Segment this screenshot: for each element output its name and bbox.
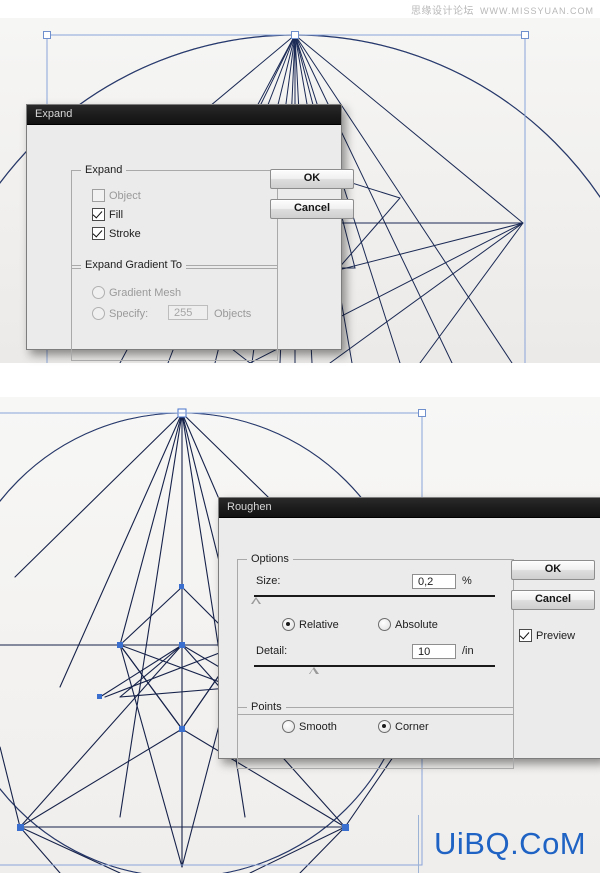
preview-checkbox-row[interactable]: Preview: [519, 629, 575, 642]
fill-checkbox[interactable]: [92, 208, 105, 221]
stroke-checkbox[interactable]: [92, 227, 105, 240]
radio-row-specify[interactable]: Specify: 255 Objects: [92, 305, 267, 320]
stroke-checkbox-label: Stroke: [109, 227, 141, 240]
radio-row-absolute[interactable]: Absolute: [378, 618, 438, 631]
radio-row-gradient-mesh[interactable]: Gradient Mesh: [92, 286, 267, 299]
detail-field-row: Detail: 10 /in: [248, 644, 503, 661]
specify-objects-unit-label: Objects: [214, 308, 252, 320]
corner-radio[interactable]: [378, 720, 391, 733]
expand-dialog[interactable]: Expand Expand Object Fill Stroke Expand …: [26, 104, 354, 361]
smooth-radio[interactable]: [282, 720, 295, 733]
size-unit-label: %: [462, 575, 472, 587]
detail-unit-label: /in: [462, 645, 474, 657]
radio-row-relative[interactable]: Relative: [282, 618, 339, 631]
relative-radio[interactable]: [282, 618, 295, 631]
roughen-options-group: Options Size: 0,2 % Relative Absolute De…: [237, 553, 514, 715]
roughen-dialog[interactable]: Roughen Options Size: 0,2 % Relative Abs…: [218, 497, 600, 769]
roughen-ok-button[interactable]: OK: [511, 560, 595, 580]
absolute-radio-label: Absolute: [395, 618, 438, 631]
expand-gradient-group: Expand Gradient To Gradient Mesh Specify…: [71, 259, 278, 361]
watermark-cn-text: 思缘设计论坛: [411, 6, 474, 17]
expand-options-group: Expand Object Fill Stroke: [71, 164, 278, 269]
checkbox-row-fill[interactable]: Fill: [92, 208, 267, 221]
screenshot-stage: 思缘设计论坛 WWW.MISSYUAN.COM UiBQ.CoM Expand …: [0, 0, 600, 873]
specify-radio-label: Specify:: [109, 307, 149, 320]
radio-row-corner[interactable]: Corner: [378, 720, 429, 733]
detail-label: Detail:: [256, 645, 288, 657]
absolute-radio[interactable]: [378, 618, 391, 631]
expand-dialog-body: Expand Object Fill Stroke Expand Gradien…: [27, 125, 354, 361]
checkbox-row-object[interactable]: Object: [92, 189, 267, 202]
object-checkbox-label: Object: [109, 189, 141, 202]
radio-row-smooth[interactable]: Smooth: [282, 720, 337, 733]
preview-checkbox-label: Preview: [536, 629, 576, 642]
preview-checkbox[interactable]: [519, 629, 532, 642]
watermark-url-text: WWW.MISSYUAN.COM: [480, 6, 594, 16]
roughen-options-legend: Options: [247, 553, 293, 565]
gradient-mesh-radio-label: Gradient Mesh: [109, 286, 182, 299]
size-field-row: Size: 0,2 %: [248, 574, 503, 591]
size-label: Size:: [256, 575, 281, 587]
smooth-radio-label: Smooth: [299, 720, 337, 733]
size-slider-thumb[interactable]: [251, 597, 262, 604]
size-input[interactable]: 0,2: [412, 574, 456, 589]
detail-input[interactable]: 10: [412, 644, 456, 659]
size-slider-track: [254, 595, 495, 597]
detail-slider-track: [254, 665, 495, 667]
uibq-logo: UiBQ.CoM: [434, 826, 587, 861]
checkbox-row-stroke[interactable]: Stroke: [92, 227, 267, 240]
logo-divider: [418, 815, 419, 873]
roughen-dialog-titlebar: Roughen: [219, 498, 600, 518]
detail-slider[interactable]: [254, 665, 495, 676]
specify-objects-input[interactable]: 255: [168, 305, 208, 320]
expand-dialog-titlebar: Expand: [27, 105, 341, 125]
roughen-points-group: Points Smooth Corner: [237, 701, 514, 769]
expand-group-legend: Expand: [81, 164, 127, 176]
detail-slider-thumb[interactable]: [308, 667, 319, 674]
expand-ok-button[interactable]: OK: [270, 169, 354, 189]
specify-radio[interactable]: [92, 307, 105, 320]
object-checkbox[interactable]: [92, 189, 105, 202]
roughen-cancel-button[interactable]: Cancel: [511, 590, 595, 610]
expand-gradient-group-legend: Expand Gradient To: [81, 259, 187, 271]
relative-radio-label: Relative: [299, 618, 339, 631]
corner-radio-label: Corner: [395, 720, 429, 733]
size-slider[interactable]: [251, 595, 495, 606]
fill-checkbox-label: Fill: [109, 208, 124, 221]
site-watermark: 思缘设计论坛 WWW.MISSYUAN.COM: [411, 2, 594, 17]
roughen-points-legend: Points: [247, 701, 286, 713]
expand-cancel-button[interactable]: Cancel: [270, 199, 354, 219]
roughen-dialog-body: Options Size: 0,2 % Relative Absolute De…: [219, 518, 600, 769]
gradient-mesh-radio[interactable]: [92, 286, 105, 299]
